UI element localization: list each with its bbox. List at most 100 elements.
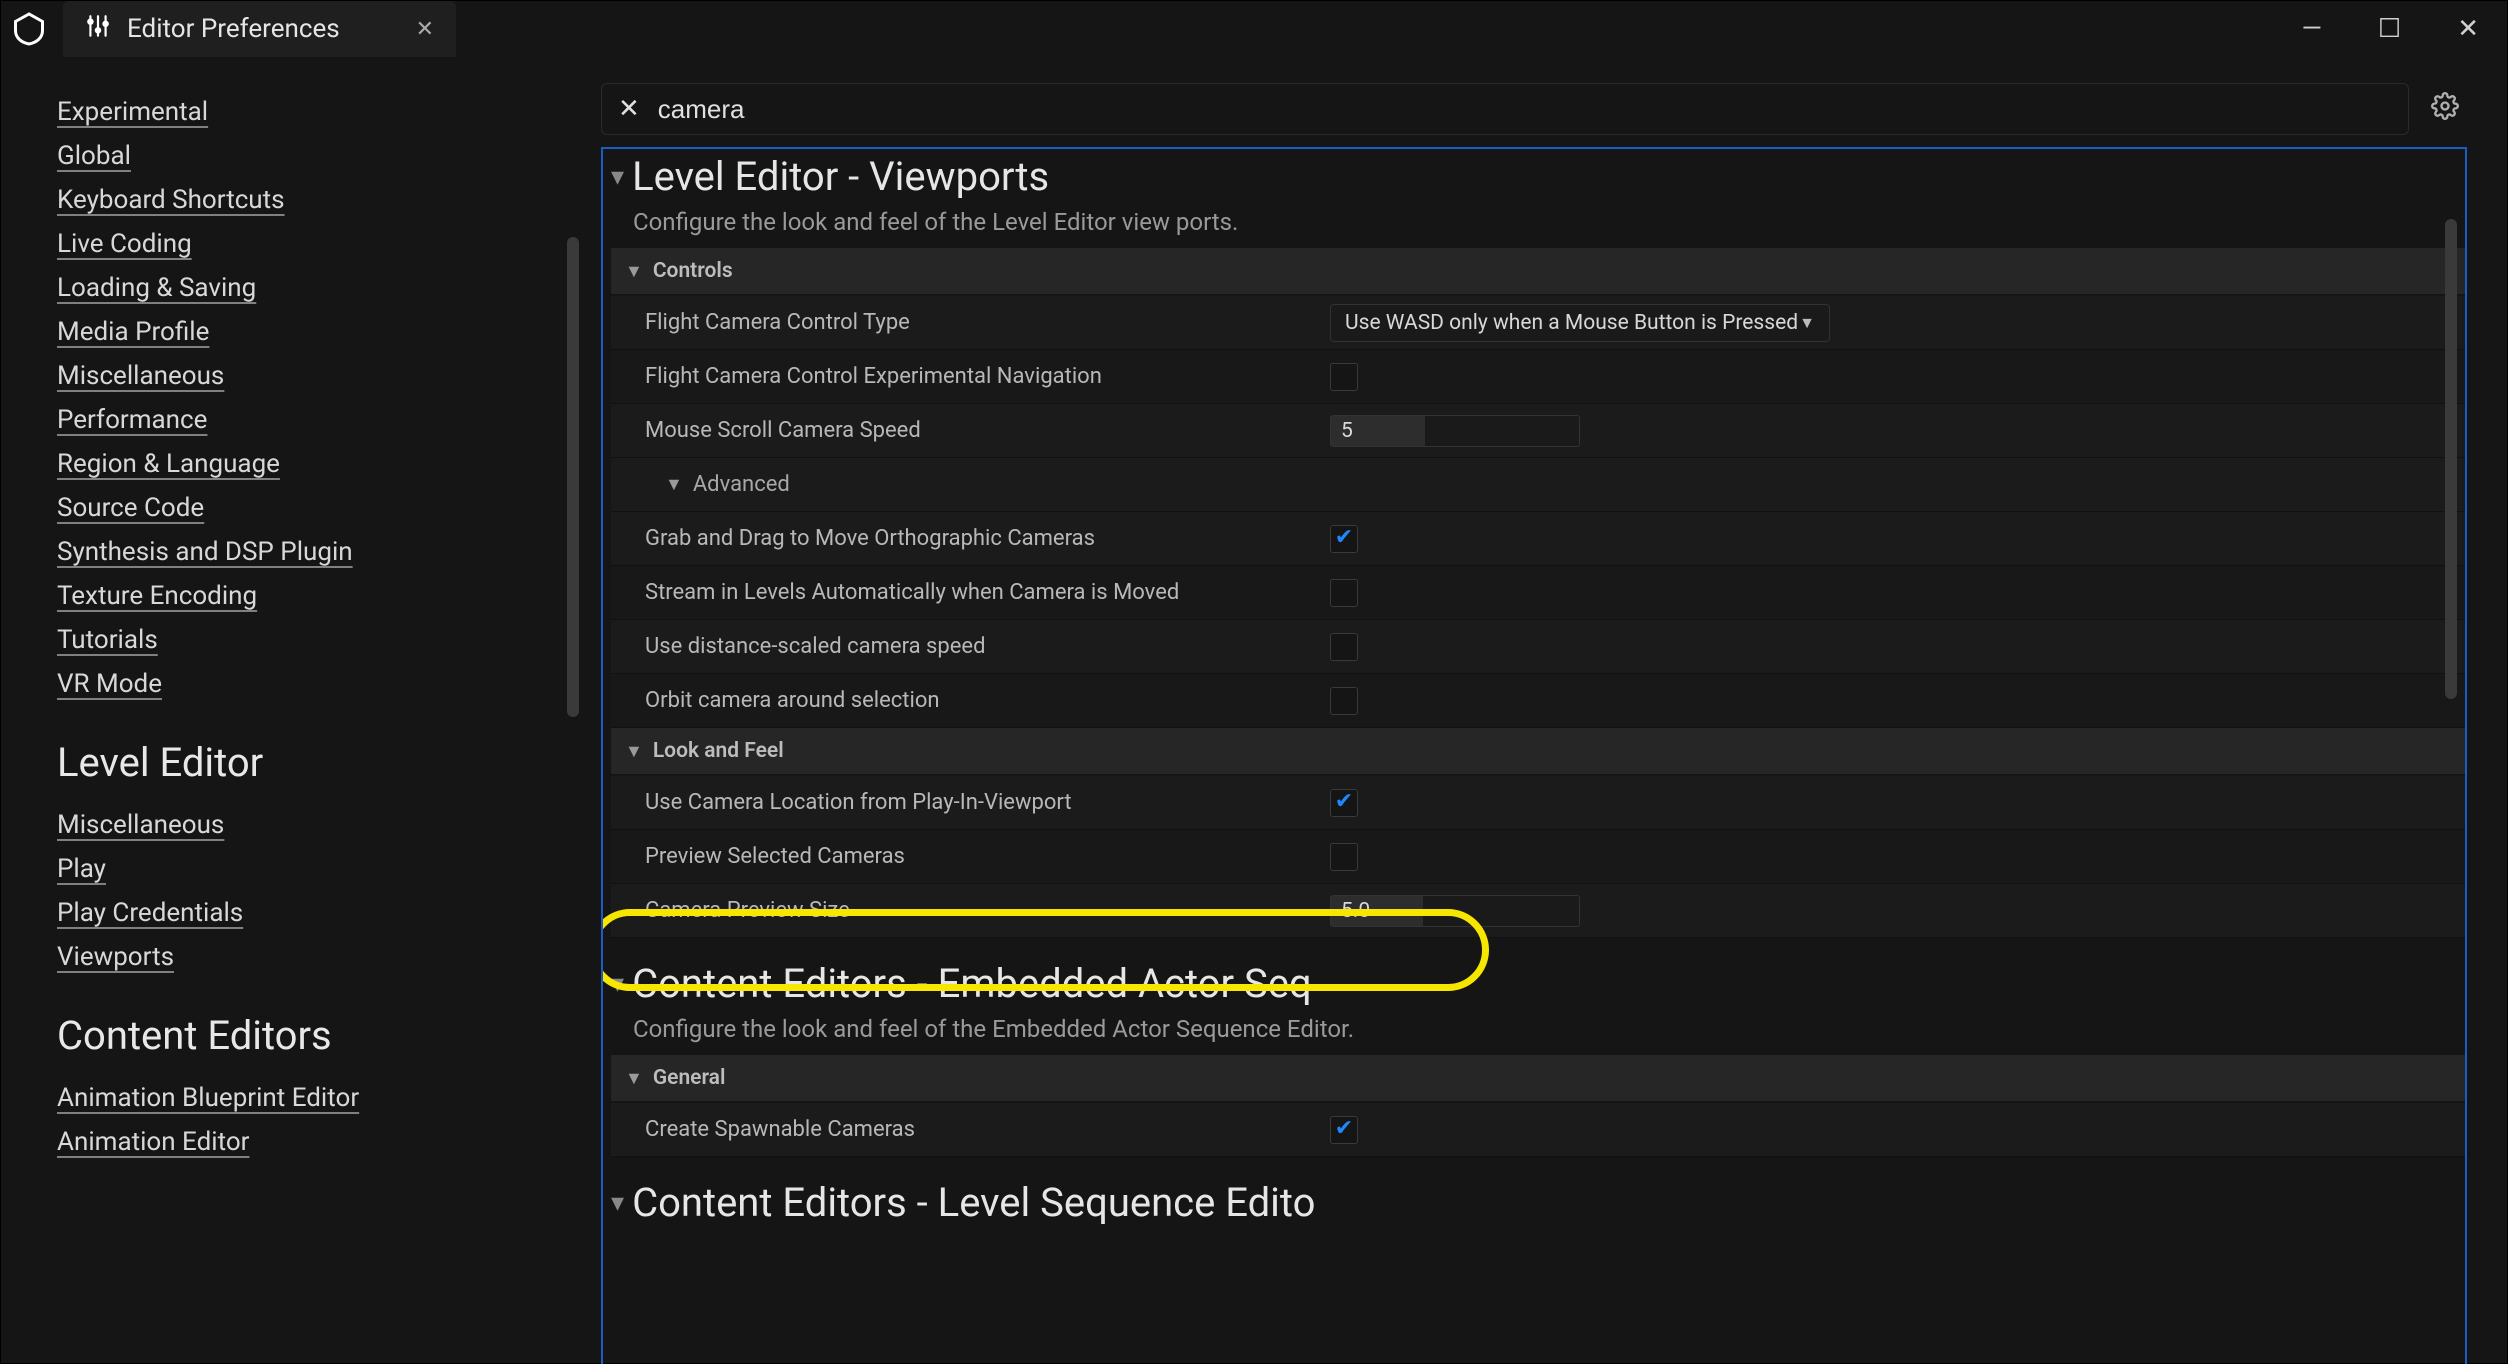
content: ▾ Level Editor - Viewports Configure the… xyxy=(603,149,2465,1361)
main-content-frame: ▾ Level Editor - Viewports Configure the… xyxy=(601,147,2467,1364)
search-clear-icon[interactable]: ✕ xyxy=(618,94,640,124)
search-input[interactable] xyxy=(658,94,2392,125)
prop-mouse-scroll-camera-speed: Mouse Scroll Camera Speed 5 xyxy=(611,404,2465,458)
sidebar-item-tutorials[interactable]: Tutorials xyxy=(57,625,158,655)
titlebar: Editor Preferences ✕ — ☐ ✕ xyxy=(1,1,2507,57)
section-embedded-desc: Configure the look and feel of the Embed… xyxy=(633,1015,2465,1043)
prop-label: Mouse Scroll Camera Speed xyxy=(645,418,1330,443)
ue-logo xyxy=(1,1,57,57)
prop-label: Flight Camera Control Experimental Navig… xyxy=(645,364,1330,389)
prop-flight-camera-experimental-nav: Flight Camera Control Experimental Navig… xyxy=(611,350,2465,404)
sidebar-list-general: Experimental Global Keyboard Shortcuts L… xyxy=(57,97,571,699)
sidebar-item-anim-editor[interactable]: Animation Editor xyxy=(57,1127,249,1157)
dropdown-value: Use WASD only when a Mouse Button is Pre… xyxy=(1345,311,1798,335)
section-viewports-desc: Configure the look and feel of the Level… xyxy=(633,208,2465,236)
sidebar-item-miscellaneous[interactable]: Miscellaneous xyxy=(57,361,224,391)
slider-value: 5 xyxy=(1331,416,1425,446)
group-general[interactable]: ▼ General xyxy=(611,1055,2465,1101)
sidebar-item-le-play[interactable]: Play xyxy=(57,854,106,884)
slider-preview-size[interactable]: 5.0 xyxy=(1330,895,1580,927)
prop-label: Camera Preview Size xyxy=(645,898,1330,923)
close-icon[interactable]: ✕ xyxy=(2457,14,2479,44)
sidebar-item-texture-encoding[interactable]: Texture Encoding xyxy=(57,581,257,611)
caret-down-icon: ▼ xyxy=(625,261,643,282)
group-look-and-feel[interactable]: ▼ Look and Feel xyxy=(611,728,2465,774)
prop-label: Use Camera Location from Play-In-Viewpor… xyxy=(645,790,1330,815)
sidebar-item-live-coding[interactable]: Live Coding xyxy=(57,229,192,259)
caret-down-icon: ▾ xyxy=(611,969,624,999)
advanced-toggle[interactable]: ▼ Advanced xyxy=(611,458,2465,512)
checkbox-orbit[interactable] xyxy=(1330,687,1358,715)
prop-create-spawnable-cameras: Create Spawnable Cameras xyxy=(611,1103,2465,1157)
checkbox-grab-drag[interactable] xyxy=(1330,525,1358,553)
prop-label: Orbit camera around selection xyxy=(645,688,1330,713)
group-label: Controls xyxy=(653,259,733,283)
prop-label: Use distance-scaled camera speed xyxy=(645,634,1330,659)
sidebar-item-synthesis-dsp[interactable]: Synthesis and DSP Plugin xyxy=(57,537,353,567)
sidebar-item-vr-mode[interactable]: VR Mode xyxy=(57,669,162,699)
dropdown-flight-camera-type[interactable]: Use WASD only when a Mouse Button is Pre… xyxy=(1330,304,1830,342)
checkbox-flight-exp[interactable] xyxy=(1330,363,1358,391)
gear-icon[interactable] xyxy=(2423,92,2467,127)
body: Experimental Global Keyboard Shortcuts L… xyxy=(1,57,2507,1363)
prop-stream-levels-on-camera-move: Stream in Levels Automatically when Came… xyxy=(611,566,2465,620)
sidebar-item-performance[interactable]: Performance xyxy=(57,405,207,435)
caret-down-icon: ▼ xyxy=(625,1068,643,1089)
caret-down-icon: ▼ xyxy=(625,741,643,762)
sidebar-item-le-misc[interactable]: Miscellaneous xyxy=(57,810,224,840)
sidebar-item-anim-blueprint[interactable]: Animation Blueprint Editor xyxy=(57,1083,359,1113)
sidebar-scrollbar[interactable] xyxy=(567,237,579,717)
slider-scroll-speed[interactable]: 5 xyxy=(1330,415,1580,447)
section-title: Content Editors - Level Sequence Edito xyxy=(632,1179,1315,1226)
prop-flight-camera-control-type: Flight Camera Control Type Use WASD only… xyxy=(611,296,2465,350)
prop-label: Preview Selected Cameras xyxy=(645,844,1330,869)
section-levelseq-header[interactable]: ▾ Content Editors - Level Sequence Edito xyxy=(611,1175,2465,1226)
sidebar-list-content: Animation Blueprint Editor Animation Edi… xyxy=(57,1083,571,1157)
sidebar-item-source-code[interactable]: Source Code xyxy=(57,493,204,523)
sliders-icon xyxy=(85,13,111,46)
window-controls: — ☐ ✕ xyxy=(2302,14,2507,44)
prop-camera-preview-size: Camera Preview Size 5.0 xyxy=(611,884,2465,938)
search-box: ✕ xyxy=(601,83,2409,135)
prop-grab-drag-ortho: Grab and Drag to Move Orthographic Camer… xyxy=(611,512,2465,566)
preferences-window: Editor Preferences ✕ — ☐ ✕ Experimental … xyxy=(0,0,2508,1364)
group-label: Look and Feel xyxy=(653,739,784,763)
sidebar-item-media-profile[interactable]: Media Profile xyxy=(57,317,209,347)
checkbox-use-cam-loc[interactable] xyxy=(1330,789,1358,817)
search-row: ✕ xyxy=(601,79,2467,139)
sidebar-item-le-play-credentials[interactable]: Play Credentials xyxy=(57,898,243,928)
sidebar-item-le-viewports[interactable]: Viewports xyxy=(57,942,174,972)
prop-use-camera-location-piv: Use Camera Location from Play-In-Viewpor… xyxy=(611,776,2465,830)
section-viewports-header[interactable]: ▾ Level Editor - Viewports xyxy=(611,149,2465,200)
sidebar-heading-level-editor: Level Editor xyxy=(57,739,571,786)
maximize-icon[interactable]: ☐ xyxy=(2378,14,2401,44)
slider-value: 5.0 xyxy=(1331,896,1423,926)
tab-close-icon[interactable]: ✕ xyxy=(416,17,434,42)
minimize-icon[interactable]: — xyxy=(2302,14,2322,44)
prop-label: Create Spawnable Cameras xyxy=(645,1117,1330,1142)
prop-label: Flight Camera Control Type xyxy=(645,310,1330,335)
sidebar-item-global[interactable]: Global xyxy=(57,141,131,171)
sidebar-item-loading-saving[interactable]: Loading & Saving xyxy=(57,273,256,303)
section-embedded-header[interactable]: ▾ Content Editors - Embedded Actor Seq xyxy=(611,956,2465,1007)
checkbox-spawnable[interactable] xyxy=(1330,1116,1358,1144)
prop-distance-scaled-camera-speed: Use distance-scaled camera speed xyxy=(611,620,2465,674)
group-label: General xyxy=(653,1066,726,1090)
section-title: Content Editors - Embedded Actor Seq xyxy=(632,960,1312,1007)
main-scrollbar[interactable] xyxy=(2445,219,2457,699)
sidebar-item-keyboard-shortcuts[interactable]: Keyboard Shortcuts xyxy=(57,185,285,215)
group-controls[interactable]: ▼ Controls xyxy=(611,248,2465,294)
caret-down-icon: ▼ xyxy=(665,474,683,495)
checkbox-preview-selected[interactable] xyxy=(1330,843,1358,871)
sidebar-item-region-language[interactable]: Region & Language xyxy=(57,449,280,479)
sidebar-item-experimental[interactable]: Experimental xyxy=(57,97,208,127)
advanced-label: Advanced xyxy=(693,472,790,497)
section-title: Level Editor - Viewports xyxy=(632,153,1049,200)
prop-preview-selected-cameras: Preview Selected Cameras xyxy=(611,830,2465,884)
chevron-down-icon: ▼ xyxy=(1799,313,1815,333)
main-panel: ✕ ▾ Level Editor - Viewports Configure t… xyxy=(601,57,2507,1363)
tab-editor-preferences[interactable]: Editor Preferences ✕ xyxy=(63,1,456,57)
checkbox-stream-levels[interactable] xyxy=(1330,579,1358,607)
prop-label: Grab and Drag to Move Orthographic Camer… xyxy=(645,526,1330,551)
checkbox-dist-scaled[interactable] xyxy=(1330,633,1358,661)
